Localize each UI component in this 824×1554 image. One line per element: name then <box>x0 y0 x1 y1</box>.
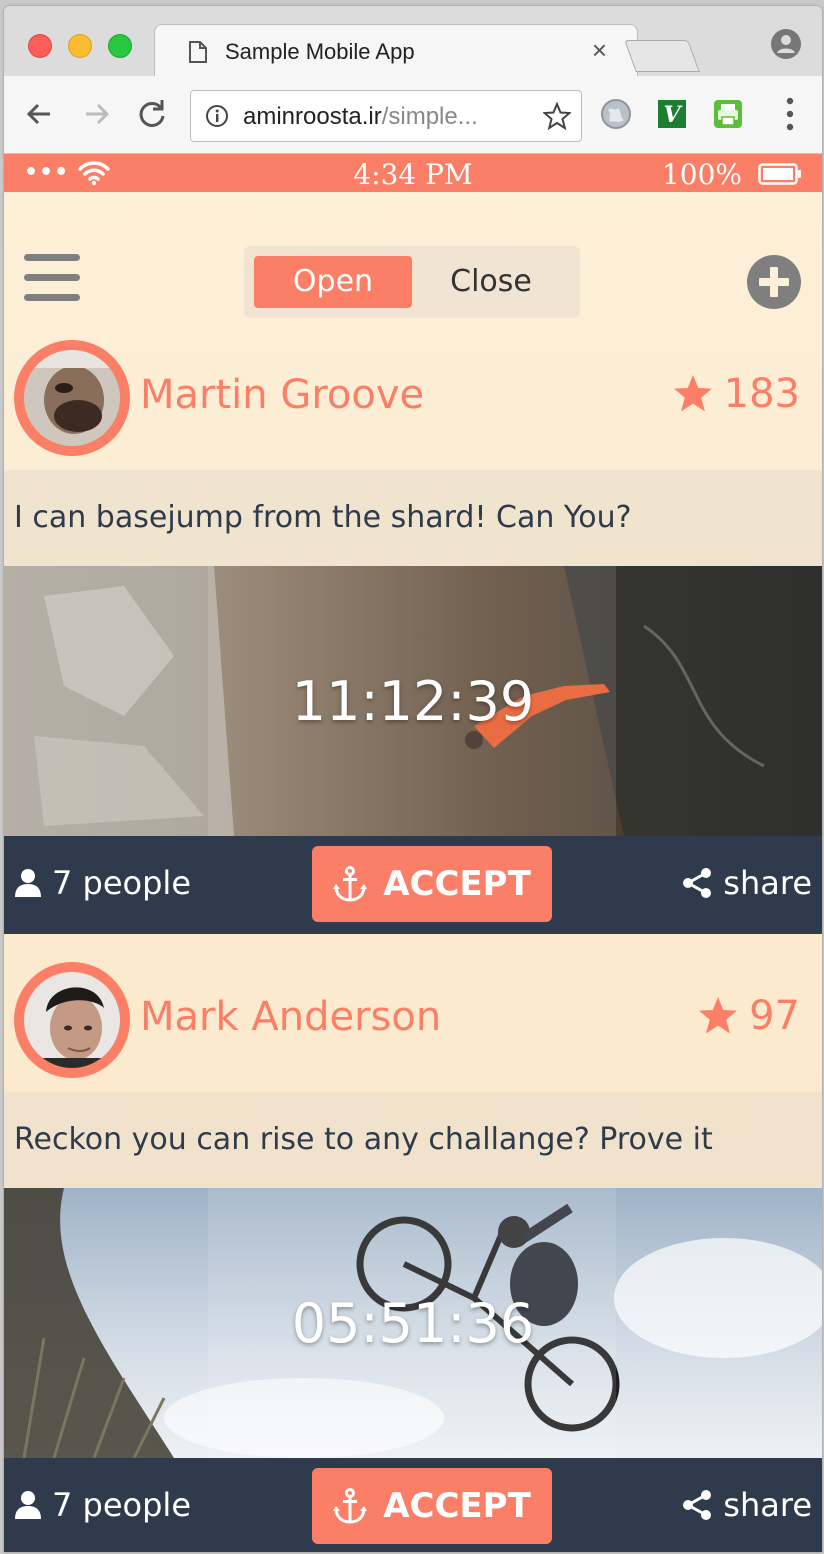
tab-close[interactable]: Close <box>412 256 570 308</box>
challenge-caption: Reckon you can rise to any challange? Pr… <box>14 1122 713 1157</box>
rating: 97 <box>697 992 800 1040</box>
caption-band: I can basejump from the shard! Can You? <box>4 470 822 566</box>
card-footer: 7 people ACCEPT share <box>4 836 822 934</box>
title-bar: Sample Mobile App × <box>4 6 822 78</box>
bookmark-star-icon[interactable] <box>543 102 571 130</box>
card-footer: 7 people ACCEPT share <box>4 1458 822 1552</box>
user-icon <box>15 869 41 897</box>
browser-window: Sample Mobile App × aminroosta.ir/simple… <box>4 6 822 1552</box>
challenge-card: Martin Groove 183 I can basejump from th… <box>4 340 822 962</box>
print-extension-icon[interactable] <box>712 98 744 130</box>
tab-close-icon[interactable]: × <box>592 35 607 66</box>
avatar-photo <box>24 972 120 1068</box>
card-header: Mark Anderson 97 <box>4 962 822 1092</box>
challenge-image[interactable]: 11:12:39 <box>4 566 822 836</box>
back-arrow-icon[interactable] <box>20 94 60 134</box>
svg-text:V: V <box>663 102 682 128</box>
challenge-card: Mark Anderson 97 Reckon you can rise to … <box>4 962 822 1552</box>
more-menu-icon[interactable] <box>786 96 794 132</box>
accept-label: ACCEPT <box>383 1486 531 1526</box>
avatar-photo <box>24 350 120 446</box>
close-window-button[interactable] <box>28 34 52 58</box>
share-icon <box>683 1490 712 1520</box>
participants[interactable]: 7 people <box>14 1486 191 1524</box>
app-header: Open Close <box>4 192 822 342</box>
accept-button[interactable]: ACCEPT <box>312 846 552 922</box>
document-icon <box>189 41 207 63</box>
tab-title: Sample Mobile App <box>225 39 415 64</box>
v-extension-icon[interactable]: V <box>656 98 688 130</box>
star-icon <box>699 997 738 1034</box>
anchor-icon <box>333 866 368 902</box>
forward-arrow-icon[interactable] <box>76 94 116 134</box>
status-bar: ••• 4:34 PM 100% <box>4 154 822 192</box>
countdown-timer: 05:51:36 <box>291 1292 535 1355</box>
countdown-timer: 11:12:39 <box>291 670 535 733</box>
minimize-window-button[interactable] <box>68 34 92 58</box>
browser-tab[interactable]: Sample Mobile App × <box>154 24 638 78</box>
profile-icon[interactable] <box>770 28 802 60</box>
url-text: aminroosta.ir/simple... <box>243 103 478 130</box>
challenge-caption: I can basejump from the shard! Can You? <box>14 500 632 535</box>
user-icon <box>15 1491 41 1519</box>
accept-label: ACCEPT <box>383 864 531 904</box>
battery-icon <box>758 163 801 185</box>
star-icon <box>673 375 712 412</box>
mobile-app-viewport: ••• 4:34 PM 100% Open Close Martin Groov… <box>4 154 822 1552</box>
share-label: share <box>723 1486 812 1524</box>
user-name[interactable]: Mark Anderson <box>140 994 441 1040</box>
anchor-icon <box>333 1488 368 1524</box>
participants[interactable]: 7 people <box>14 864 191 902</box>
card-header: Martin Groove 183 <box>4 340 822 470</box>
caption-band: Reckon you can rise to any challange? Pr… <box>4 1092 822 1188</box>
avatar[interactable] <box>14 962 130 1078</box>
challenge-image[interactable]: 05:51:36 <box>4 1188 822 1458</box>
share-icon <box>683 868 712 898</box>
participants-count: 7 people <box>52 1486 191 1524</box>
participants-count: 7 people <box>52 864 191 902</box>
hamburger-menu-icon[interactable] <box>24 254 80 302</box>
tab-open[interactable]: Open <box>254 256 412 308</box>
rating-count: 183 <box>723 371 800 417</box>
reload-icon[interactable] <box>132 94 172 134</box>
battery-percent: 100% <box>661 158 742 191</box>
add-circle-icon[interactable] <box>746 254 802 310</box>
maximize-window-button[interactable] <box>108 34 132 58</box>
share-button[interactable]: share <box>681 1486 812 1524</box>
new-tab-button[interactable] <box>624 40 700 72</box>
user-name[interactable]: Martin Groove <box>140 372 424 418</box>
browser-toolbar: aminroosta.ir/simple... V <box>4 76 822 154</box>
avatar[interactable] <box>14 340 130 456</box>
rating: 183 <box>672 370 800 418</box>
open-close-toggle: Open Close <box>244 246 580 318</box>
share-button[interactable]: share <box>681 864 812 902</box>
globe-extension-icon[interactable] <box>600 98 632 130</box>
rating-count: 97 <box>749 993 800 1039</box>
info-icon[interactable] <box>205 104 229 128</box>
share-label: share <box>723 864 812 902</box>
address-bar[interactable]: aminroosta.ir/simple... <box>190 90 582 142</box>
accept-button[interactable]: ACCEPT <box>312 1468 552 1544</box>
